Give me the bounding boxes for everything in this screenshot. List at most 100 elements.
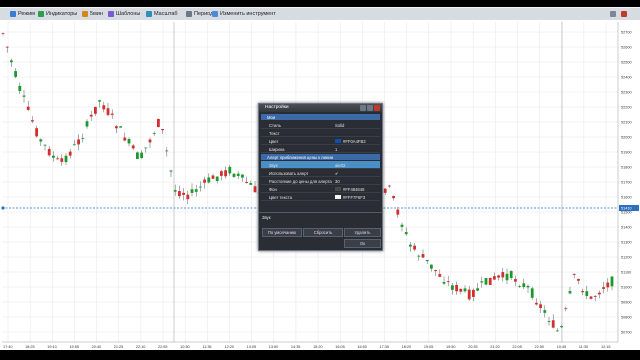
candle-body bbox=[115, 126, 118, 129]
x-tick-label: 10:50 bbox=[180, 345, 190, 349]
x-tick-label: 17:35 bbox=[380, 345, 390, 349]
ok-button[interactable]: Ок bbox=[344, 239, 381, 248]
x-tick-label: 17:40 bbox=[3, 345, 13, 349]
color-row[interactable]: Цвет #FF0A4FB3 bbox=[261, 137, 380, 145]
checkbox-icon[interactable]: ✔ bbox=[335, 171, 339, 176]
text-row[interactable]: Текст bbox=[261, 129, 380, 137]
template-icon bbox=[108, 11, 114, 17]
y-tick-label: 51000 bbox=[621, 286, 632, 290]
candle-body bbox=[5, 46, 9, 48]
x-tick-label: 15:20 bbox=[313, 345, 323, 349]
toolbar-item[interactable]: 5мин bbox=[82, 9, 103, 19]
toolbar-item[interactable]: Период bbox=[186, 9, 213, 19]
y-tick-label: 51500 bbox=[621, 211, 632, 215]
line-handle-icon bbox=[1, 206, 5, 210]
settings-dialog: Настройки Мои Стиль Solid Текст Цвет #FF0A… bbox=[258, 103, 383, 251]
background-row[interactable]: Фон #FF484848 bbox=[261, 185, 380, 193]
default-button[interactable]: По умолчанию bbox=[262, 228, 302, 237]
close-icon[interactable] bbox=[374, 105, 380, 111]
text-color-row[interactable]: Цвет текста #FFF7F6F3 bbox=[261, 193, 380, 201]
close-window-icon[interactable] bbox=[621, 11, 627, 17]
candle-body bbox=[232, 173, 236, 177]
candle-body bbox=[417, 255, 421, 257]
toolbar-item[interactable]: Режим bbox=[10, 9, 35, 19]
candle-body bbox=[602, 287, 605, 289]
candle-body bbox=[10, 60, 13, 63]
y-tick-label: 51900 bbox=[621, 151, 632, 155]
candle-body bbox=[501, 272, 505, 278]
section-header[interactable]: Мои bbox=[261, 114, 380, 120]
candle-body bbox=[211, 175, 215, 179]
candle-body bbox=[409, 244, 412, 247]
distance-row[interactable]: Расстояние до цены для алерта 30 bbox=[261, 177, 380, 185]
candle-body bbox=[106, 108, 110, 115]
candle-body bbox=[194, 189, 198, 192]
y-tick-label: 52300 bbox=[621, 91, 632, 95]
scale-icon bbox=[146, 11, 152, 17]
candle-body bbox=[606, 282, 610, 288]
x-tick-label: 10:45 bbox=[557, 345, 567, 349]
candle-body bbox=[136, 152, 139, 160]
candle-body bbox=[560, 326, 563, 328]
delete-button[interactable]: Удалить bbox=[344, 228, 381, 237]
dialog-title: Настройки bbox=[265, 105, 289, 111]
minimize-icon[interactable] bbox=[360, 105, 366, 111]
candle-body bbox=[526, 285, 530, 288]
toolbar-item[interactable]: Масштаб bbox=[146, 9, 178, 19]
price-tag-label: 51410 bbox=[621, 207, 632, 211]
candle-body bbox=[39, 139, 43, 142]
dialog-title-bar[interactable]: Настройки bbox=[259, 104, 382, 112]
candle-body bbox=[589, 296, 593, 299]
width-row[interactable]: Ширина 1 bbox=[261, 145, 380, 153]
candle-body bbox=[598, 292, 601, 295]
candle-body bbox=[178, 191, 181, 197]
candle-body bbox=[585, 291, 589, 296]
candle-body bbox=[509, 271, 513, 278]
trading-screen: Режим Индикаторы 5мин Шаблоны Масштаб Период И… bbox=[0, 0, 640, 360]
candle-body bbox=[463, 288, 467, 292]
candle-body bbox=[434, 270, 437, 272]
y-tick-label: 52400 bbox=[621, 76, 632, 80]
x-tick-label: 19:55 bbox=[69, 345, 79, 349]
candle-body bbox=[446, 281, 450, 283]
candle-body bbox=[556, 330, 559, 332]
toolbar-item[interactable]: Изменить инструмент bbox=[212, 9, 276, 19]
period-icon bbox=[186, 11, 192, 17]
x-tick-label: 22:10 bbox=[136, 345, 146, 349]
candle-body bbox=[455, 285, 458, 292]
candle-body bbox=[186, 194, 190, 200]
maximize-icon[interactable] bbox=[367, 105, 373, 111]
section-header[interactable]: Алерт приближения цены к линии bbox=[261, 154, 380, 160]
candle-body bbox=[207, 177, 211, 183]
y-tick-label: 50900 bbox=[621, 301, 632, 305]
candle-body bbox=[404, 232, 408, 235]
y-tick-label: 50800 bbox=[621, 316, 632, 320]
toolbar-item[interactable]: Индикаторы bbox=[38, 9, 77, 19]
y-tick-label: 52700 bbox=[621, 31, 632, 35]
x-tick-label: 11:30 bbox=[579, 345, 588, 349]
candle-body bbox=[438, 274, 442, 277]
candle-body bbox=[396, 209, 400, 215]
toolbar-item[interactable]: Шаблоны bbox=[108, 9, 140, 19]
candle-body bbox=[127, 139, 131, 144]
candle-body bbox=[64, 155, 68, 163]
x-tick-label: 20:35 bbox=[468, 345, 478, 349]
toolbar-item-label: 5мин bbox=[90, 11, 103, 17]
candle-body bbox=[165, 150, 169, 152]
x-tick-label: 14:35 bbox=[291, 345, 301, 349]
candle-body bbox=[215, 176, 219, 181]
candle-body bbox=[442, 281, 446, 284]
indicator-icon bbox=[38, 11, 44, 17]
candle-body bbox=[68, 151, 72, 156]
candle-body bbox=[56, 158, 59, 160]
x-tick-label: 19:05 bbox=[424, 345, 434, 349]
reset-button[interactable]: Сбросить bbox=[303, 228, 343, 237]
candle-body bbox=[425, 260, 429, 262]
x-tick-label: 11:35 bbox=[202, 345, 211, 349]
sound-row[interactable]: Звук alert2 bbox=[261, 161, 380, 169]
candle-body bbox=[245, 182, 248, 183]
style-row[interactable]: Стиль Solid bbox=[261, 121, 380, 129]
restore-window-icon[interactable] bbox=[610, 11, 616, 17]
x-tick-label: 19:10 bbox=[47, 345, 57, 349]
use-alert-row[interactable]: Использовать алерт ✔ bbox=[261, 169, 380, 177]
